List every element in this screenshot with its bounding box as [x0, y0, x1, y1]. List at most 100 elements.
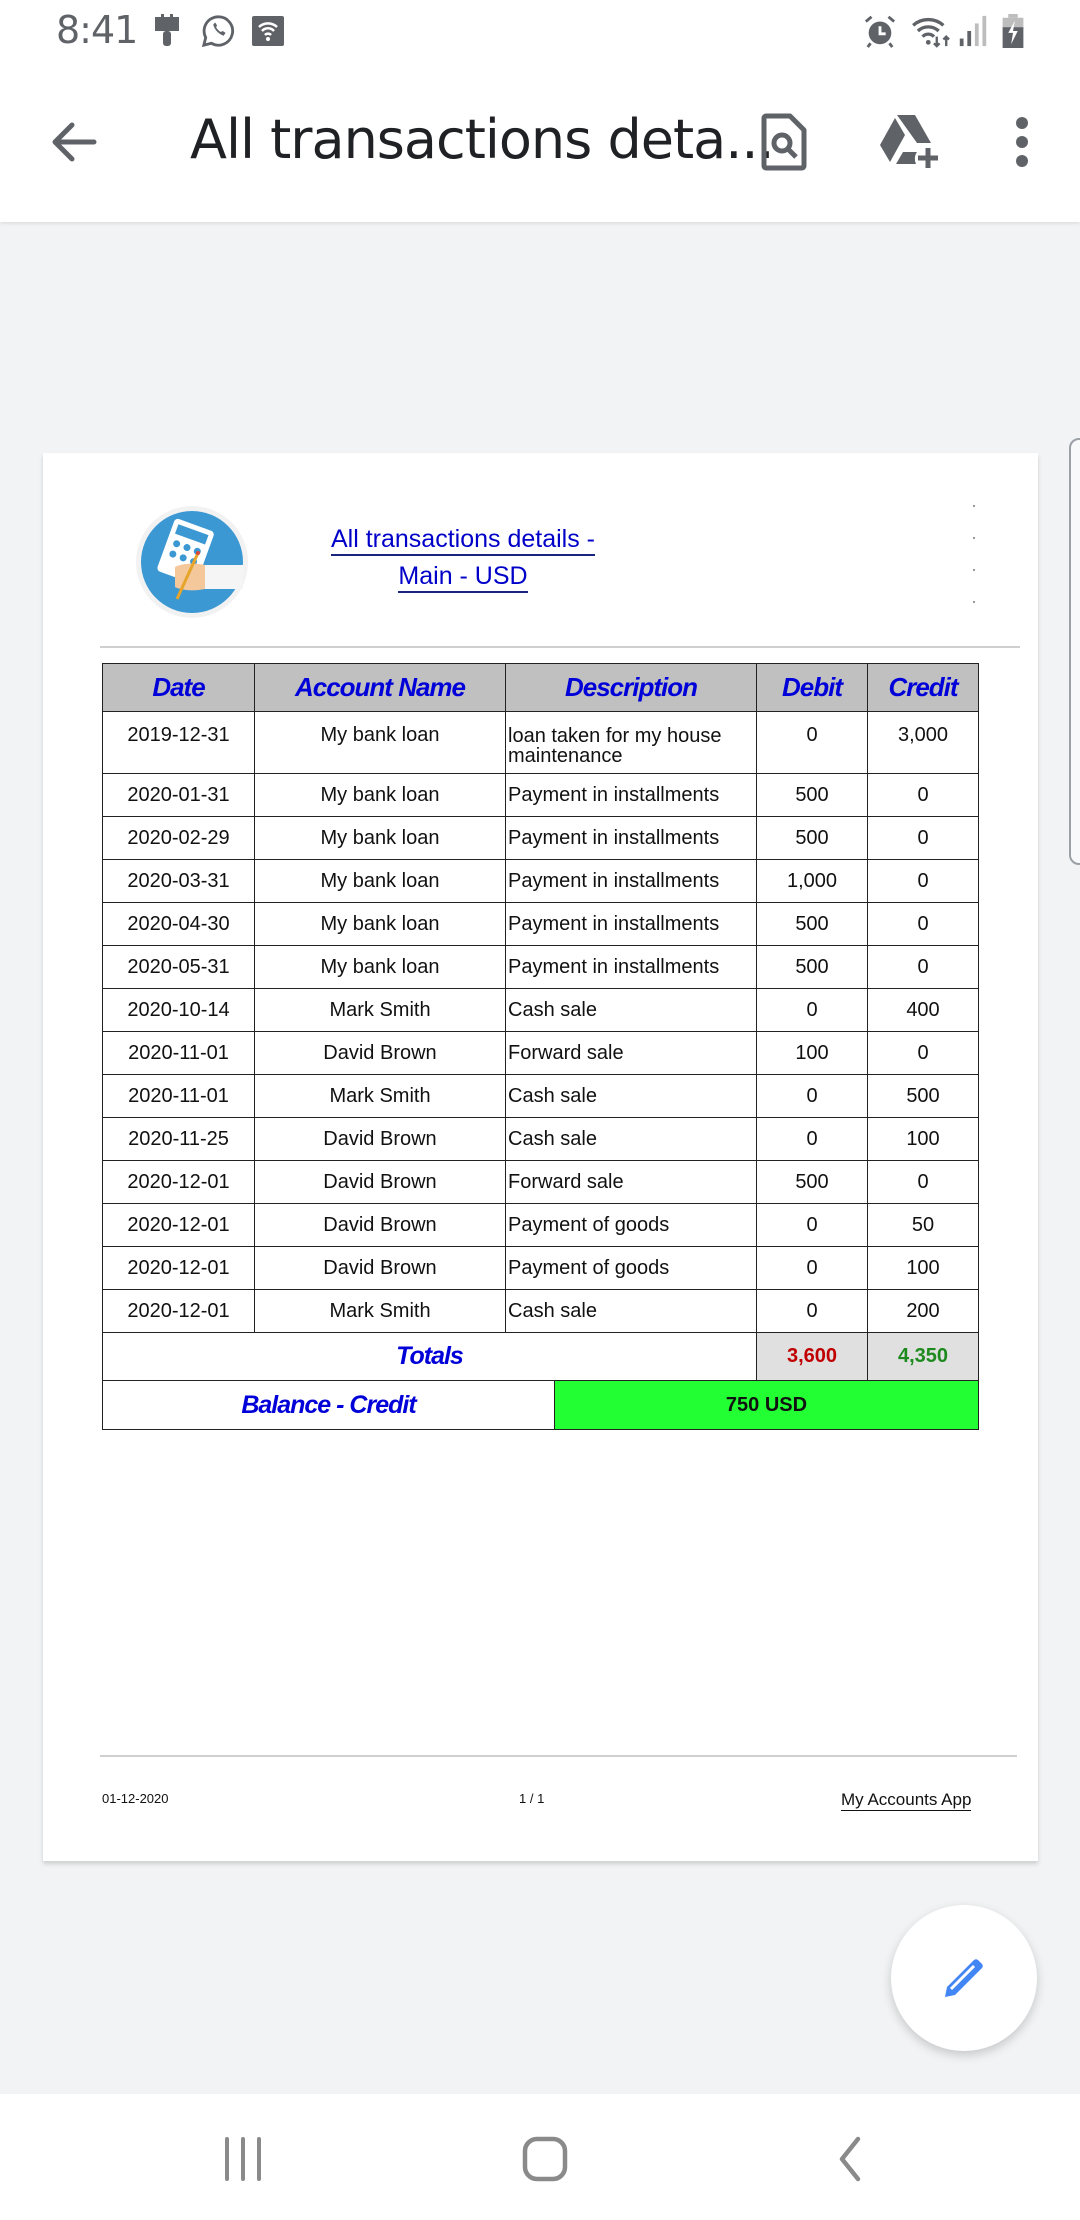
- table-row: 2020-12-01 David Brown Payment of goods 0 50: [102, 1203, 979, 1247]
- cell-account: Mark Smith: [254, 1289, 506, 1333]
- cell-account: My bank loan: [254, 859, 506, 903]
- footer-divider: [100, 1755, 1017, 1757]
- cell-date: 2020-01-31: [102, 773, 255, 817]
- cell-account: David Brown: [254, 1117, 506, 1161]
- back-icon: [839, 2136, 861, 2182]
- cell-account: David Brown: [254, 1246, 506, 1290]
- cell-date: 2019-12-31: [102, 711, 255, 774]
- scroll-handle[interactable]: [1069, 438, 1080, 865]
- battery-charging-icon: [1002, 14, 1024, 48]
- document-title: All transactions details - Main - USD: [283, 521, 643, 595]
- total-credit: 4,350: [867, 1332, 979, 1381]
- add-to-drive-button[interactable]: [870, 102, 950, 182]
- whatsapp-icon: [201, 15, 234, 48]
- app-title: All transactions deta...: [190, 108, 775, 171]
- balance-table: Balance - Credit 750 USD: [102, 1380, 979, 1430]
- table-row: 2020-11-01 Mark Smith Cash sale 0 500: [102, 1074, 979, 1118]
- table-row: 2020-12-01 David Brown Forward sale 500 0: [102, 1160, 979, 1204]
- cell-date: 2020-12-01: [102, 1160, 255, 1204]
- signal-icon: [959, 15, 987, 47]
- more-options-button[interactable]: [982, 102, 1062, 182]
- table-row: 2020-12-01 Mark Smith Cash sale 0 200: [102, 1289, 979, 1333]
- system-back-button[interactable]: [804, 2124, 894, 2194]
- header-date: Date: [102, 663, 255, 712]
- find-in-page-icon: [761, 113, 807, 171]
- recent-apps-button[interactable]: [198, 2124, 288, 2194]
- cell-credit: 500: [867, 1074, 979, 1118]
- cell-description: Payment in installments: [505, 816, 757, 860]
- cell-debit: 0: [756, 1117, 868, 1161]
- edit-fab-button[interactable]: [891, 1905, 1037, 2051]
- calculator-hand-logo: [136, 506, 248, 618]
- table-row: 2019-12-31 My bank loan loan taken for my …: [102, 711, 979, 774]
- cell-credit: 0: [867, 1031, 979, 1075]
- home-button[interactable]: [500, 2124, 590, 2194]
- cell-date: 2020-11-25: [102, 1117, 255, 1161]
- home-icon: [522, 2136, 568, 2182]
- table-row: 2020-11-25 David Brown Cash sale 0 100: [102, 1117, 979, 1161]
- cell-debit: 0: [756, 711, 868, 774]
- app-bar: All transactions deta...: [0, 62, 1080, 222]
- totals-row: Totals 3,600 4,350: [102, 1332, 979, 1381]
- table-row: 2020-03-31 My bank loan Payment in install…: [102, 859, 979, 903]
- cell-debit: 500: [756, 945, 868, 989]
- cell-credit: 200: [867, 1289, 979, 1333]
- cell-credit: 0: [867, 816, 979, 860]
- paintbrush-icon: [155, 14, 179, 46]
- status-time: 8:41: [56, 8, 138, 52]
- cell-debit: 500: [756, 902, 868, 946]
- table-row: 2020-05-31 My bank loan Payment in install…: [102, 945, 979, 989]
- cell-credit: 3,000: [867, 711, 979, 774]
- find-in-page-button[interactable]: [744, 102, 824, 182]
- cell-description: Payment of goods: [505, 1246, 757, 1290]
- cell-account: David Brown: [254, 1160, 506, 1204]
- cell-debit: 0: [756, 1246, 868, 1290]
- table-row: 2020-12-01 David Brown Payment of goods 0 10…: [102, 1246, 979, 1290]
- back-button[interactable]: [34, 102, 114, 182]
- header-description: Description: [505, 663, 757, 712]
- add-to-drive-icon: [880, 115, 938, 168]
- table-row: 2020-01-31 My bank loan Payment in install…: [102, 773, 979, 817]
- totals-label: Totals: [102, 1332, 757, 1381]
- cell-credit: 100: [867, 1246, 979, 1290]
- cell-account: David Brown: [254, 1203, 506, 1247]
- cell-debit: 0: [756, 1074, 868, 1118]
- cell-account: Mark Smith: [254, 1074, 506, 1118]
- cell-description: Cash sale: [505, 1289, 757, 1333]
- header-account-name: Account Name: [254, 663, 506, 712]
- edit-pencil-icon: [945, 1959, 983, 1997]
- transactions-table: Date Account Name Description Debit Cred…: [102, 663, 979, 1381]
- cell-credit: 100: [867, 1117, 979, 1161]
- cell-description: Payment in installments: [505, 859, 757, 903]
- balance-row: Balance - Credit 750 USD: [102, 1380, 979, 1430]
- cell-date: 2020-12-01: [102, 1203, 255, 1247]
- table-header-row: Date Account Name Description Debit Cred…: [102, 663, 979, 712]
- cell-date: 2020-04-30: [102, 902, 255, 946]
- cell-debit: 0: [756, 1289, 868, 1333]
- cell-description: Forward sale: [505, 1160, 757, 1204]
- balance-value: 750 USD: [554, 1380, 979, 1430]
- cell-date: 2020-12-01: [102, 1246, 255, 1290]
- more-vert-icon: [1016, 117, 1028, 167]
- wifi-hotspot-icon: [252, 16, 284, 46]
- cell-credit: 0: [867, 902, 979, 946]
- cell-description: Cash sale: [505, 1117, 757, 1161]
- footer-app-link[interactable]: My Accounts App: [841, 1790, 972, 1811]
- cell-date: 2020-11-01: [102, 1031, 255, 1075]
- cell-date: 2020-11-01: [102, 1074, 255, 1118]
- cell-debit: 0: [756, 988, 868, 1032]
- table-row: 2020-11-01 David Brown Forward sale 100 0: [102, 1031, 979, 1075]
- cell-account: David Brown: [254, 1031, 506, 1075]
- cell-description: loan taken for my house maintenance: [505, 711, 757, 774]
- alarm-icon: [864, 15, 896, 48]
- table-row: 2020-10-14 Mark Smith Cash sale 0 400: [102, 988, 979, 1032]
- cell-credit: 50: [867, 1203, 979, 1247]
- cell-account: My bank loan: [254, 816, 506, 860]
- cell-description: Payment in installments: [505, 773, 757, 817]
- header-debit: Debit: [756, 663, 868, 712]
- cell-account: My bank loan: [254, 773, 506, 817]
- cell-description: Payment of goods: [505, 1203, 757, 1247]
- status-bar: 8:41: [0, 0, 1080, 62]
- page-edge-marks: [973, 505, 977, 633]
- cell-credit: 0: [867, 945, 979, 989]
